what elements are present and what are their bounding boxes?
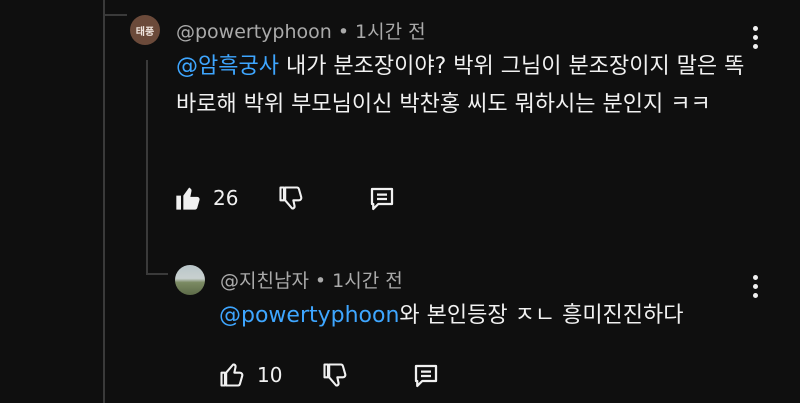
avatar-initials: 태풍 — [135, 26, 155, 38]
reply-meta: @지친남자 • 1시간 전 — [220, 266, 403, 293]
reply-author[interactable]: @지친남자 — [220, 270, 309, 292]
comment-like-count: 26 — [213, 186, 239, 210]
comment-text: @암흑궁사 내가 분조장이야? 박위 그님이 분조장이지 말은 똑바로해 박위 … — [176, 48, 756, 124]
reply-comment-icon — [411, 361, 441, 391]
meta-separator: • — [337, 21, 350, 43]
thumbs-up-icon — [173, 184, 203, 212]
avatar[interactable]: 태풍 — [130, 15, 160, 45]
reply-like-button[interactable]: 10 — [217, 361, 282, 389]
reply-text: @powertyphoon와 본인등장 ㅈㄴ 흥미진진하다 — [219, 297, 759, 335]
thumbs-down-icon — [320, 361, 350, 389]
thread-line-top-connector — [103, 14, 127, 16]
comment-mention-link[interactable]: @암흑궁사 — [176, 54, 279, 79]
more-vert-icon — [753, 26, 758, 31]
comment-author[interactable]: @powertyphoon — [176, 21, 332, 43]
thumbs-up-icon — [217, 361, 247, 389]
reply-avatar[interactable] — [175, 265, 205, 295]
reply-body: 와 본인등장 ㅈㄴ 흥미진진하다 — [399, 303, 684, 328]
reply-like-count: 10 — [257, 363, 283, 387]
thread-line-reply-connector — [146, 273, 168, 275]
reply-time[interactable]: 1시간 전 — [332, 270, 403, 292]
comment-time[interactable]: 1시간 전 — [355, 21, 426, 43]
comment-like-button[interactable]: 26 — [173, 184, 238, 212]
thread-line-outer — [103, 0, 105, 403]
reply-reply-button[interactable] — [411, 361, 441, 391]
thumbs-down-icon — [276, 184, 306, 212]
more-vert-icon — [753, 275, 758, 280]
comment-dislike-button[interactable] — [276, 184, 306, 212]
comment-meta: @powertyphoon • 1시간 전 — [176, 17, 426, 44]
thread-line-inner — [146, 60, 148, 275]
reply-dislike-button[interactable] — [320, 361, 350, 389]
meta-separator: • — [314, 270, 327, 292]
reply-mention-link[interactable]: @powertyphoon — [219, 303, 399, 328]
comment-reply-button[interactable] — [367, 184, 397, 214]
reply-comment-icon — [367, 184, 397, 214]
